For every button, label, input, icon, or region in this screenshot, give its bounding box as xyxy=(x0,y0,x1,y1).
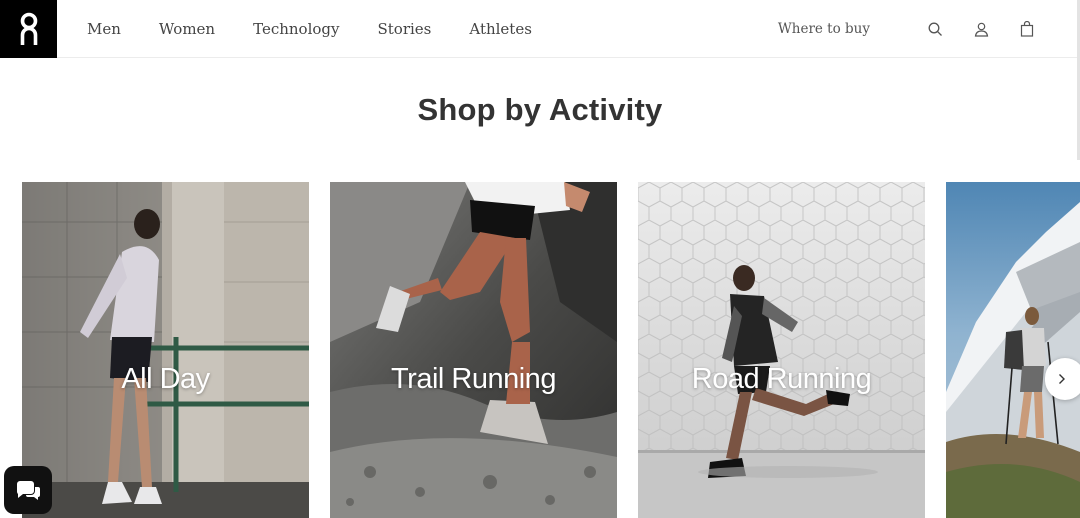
road-running-image xyxy=(638,182,925,518)
header-actions: Where to buy xyxy=(778,0,1036,58)
activity-card-all-day[interactable]: All Day xyxy=(22,182,309,518)
search-button[interactable] xyxy=(926,20,944,38)
bag-button[interactable] xyxy=(1018,20,1036,38)
on-logo-icon xyxy=(20,12,37,45)
nav-technology[interactable]: Technology xyxy=(253,20,339,38)
hiking-image xyxy=(946,182,1080,518)
chat-icon xyxy=(17,481,40,500)
card-label: Road Running xyxy=(691,363,872,395)
nav-stories[interactable]: Stories xyxy=(377,20,431,38)
bag-icon xyxy=(1020,21,1034,37)
card-label: All Day xyxy=(121,363,210,395)
nav-women[interactable]: Women xyxy=(159,20,215,38)
nav-athletes[interactable]: Athletes xyxy=(469,20,532,38)
chat-button[interactable] xyxy=(4,466,52,514)
site-header: Men Women Technology Stories Athletes Wh… xyxy=(0,0,1080,58)
main-nav: Men Women Technology Stories Athletes xyxy=(87,0,570,58)
all-day-image xyxy=(22,182,309,518)
account-icon xyxy=(974,22,988,37)
activity-card-hiking[interactable] xyxy=(946,182,1080,518)
activity-card-road-running[interactable]: Road Running xyxy=(638,182,925,518)
nav-men[interactable]: Men xyxy=(87,20,121,38)
where-to-buy-link[interactable]: Where to buy xyxy=(778,21,870,37)
carousel-next-button[interactable] xyxy=(1045,358,1080,400)
trail-running-image xyxy=(330,182,617,518)
account-button[interactable] xyxy=(972,20,990,38)
search-icon xyxy=(928,22,942,36)
section-title: Shop by Activity xyxy=(417,92,663,127)
card-label: Trail Running xyxy=(391,363,556,395)
activity-card-trail-running[interactable]: Trail Running xyxy=(330,182,617,518)
chevron-right-icon xyxy=(1059,374,1065,384)
on-logo[interactable] xyxy=(0,0,57,58)
